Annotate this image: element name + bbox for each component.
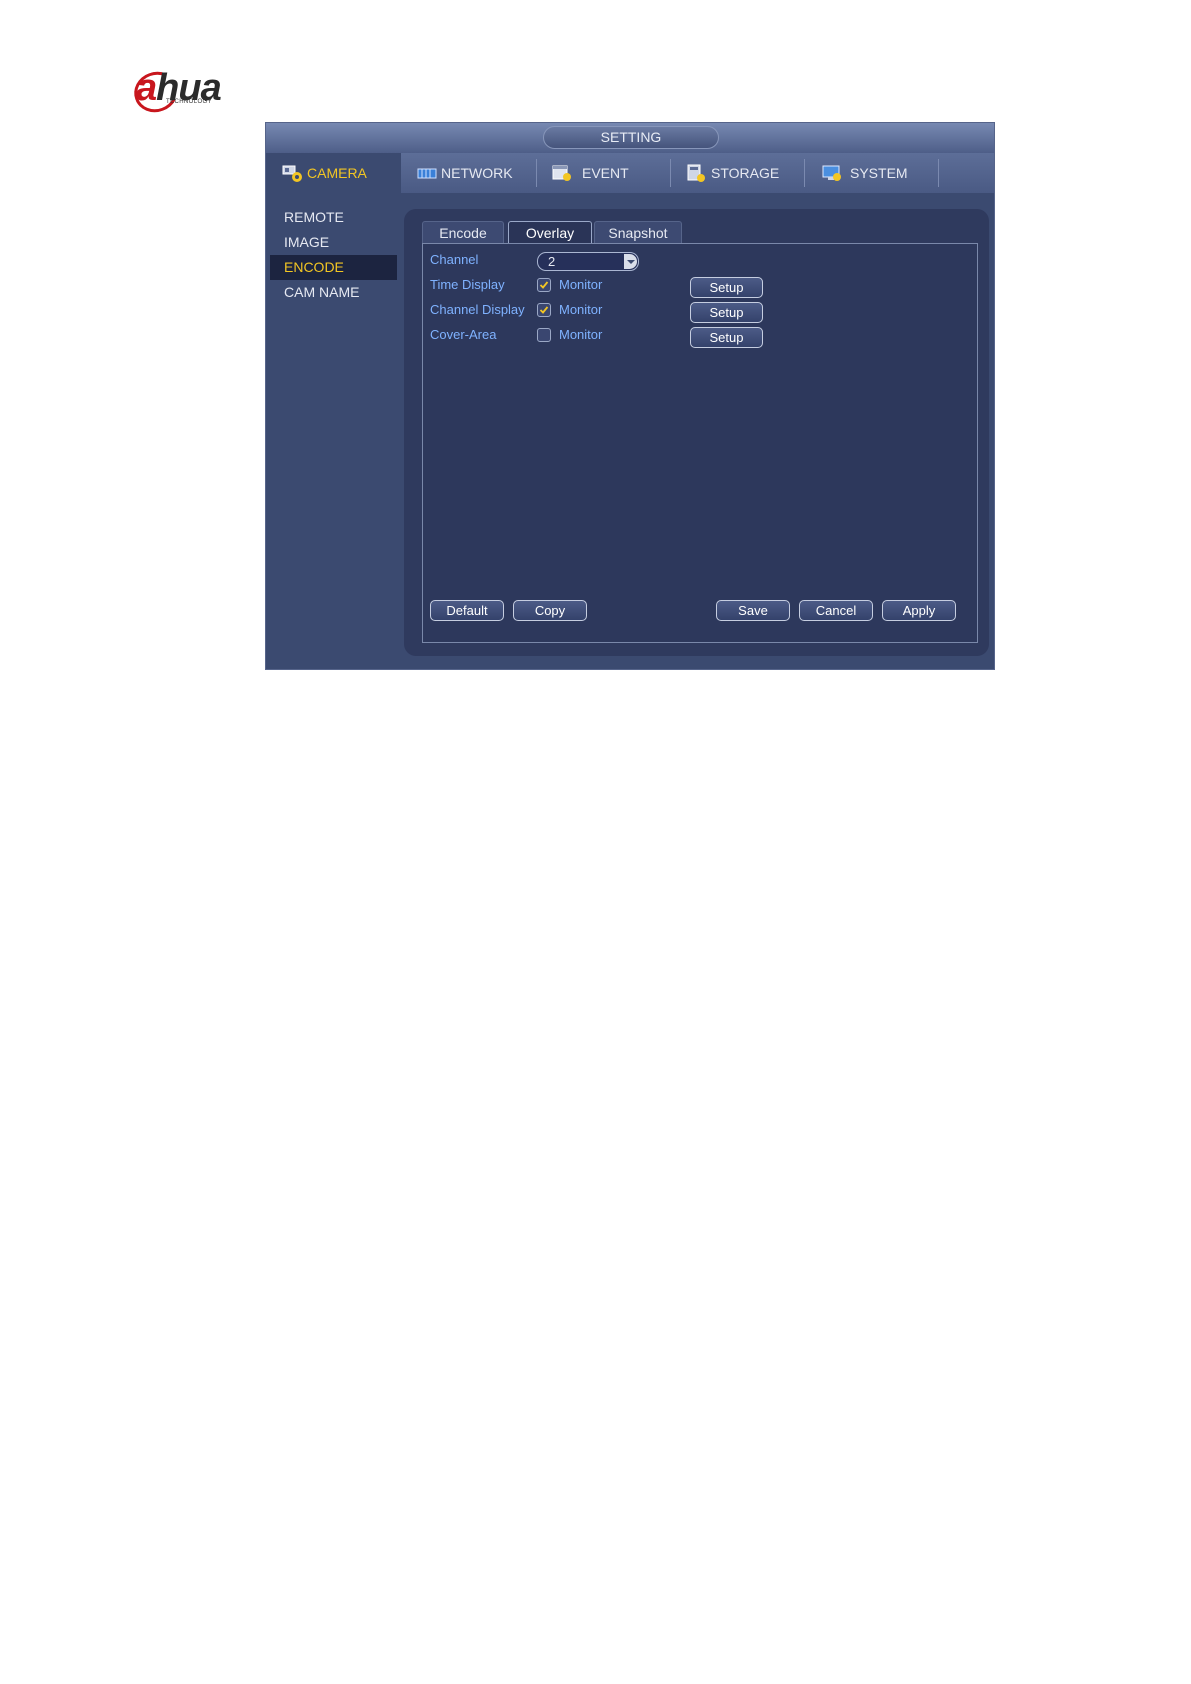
nav-storage-label: STORAGE — [711, 165, 780, 181]
checkmark-icon — [539, 306, 549, 314]
channel-display-label: Channel Display — [430, 302, 525, 317]
channel-display-checkbox[interactable] — [537, 303, 551, 317]
nav-camera[interactable]: CAMERA — [266, 153, 401, 193]
channel-display-setup-button[interactable]: Setup — [690, 302, 763, 323]
nav-system[interactable]: SYSTEM — [821, 153, 941, 193]
chevron-down-icon — [624, 254, 637, 269]
channel-label: Channel — [430, 252, 479, 267]
nav-event-label: EVENT — [582, 165, 629, 181]
logo-subtitle: TECHNOLOGY — [166, 99, 213, 105]
channel-display-monitor-label: Monitor — [559, 302, 603, 317]
channel-select[interactable]: 2 — [537, 252, 639, 271]
overlay-form: Channel 2 Time Display Monitor Setup Cha… — [422, 243, 978, 643]
cover-area-label: Cover-Area — [430, 327, 497, 342]
cancel-button[interactable]: Cancel — [799, 600, 873, 621]
channel-value: 2 — [548, 254, 556, 269]
time-display-setup-button[interactable]: Setup — [690, 277, 763, 298]
event-icon — [551, 163, 573, 183]
tab-overlay[interactable]: Overlay — [508, 221, 592, 244]
default-button[interactable]: Default — [430, 600, 504, 621]
storage-icon — [686, 163, 708, 183]
top-navigation: CAMERA NETWORK EVENT STORAGE SYSTEM — [266, 153, 994, 193]
nav-network-label: NETWORK — [441, 165, 513, 181]
window-title: SETTING — [543, 126, 719, 149]
nav-system-label: SYSTEM — [850, 165, 908, 181]
sidebar-item-encode[interactable]: ENCODE — [270, 255, 397, 280]
nav-network[interactable]: NETWORK — [416, 153, 536, 193]
checkmark-icon — [539, 281, 549, 289]
nav-event[interactable]: EVENT — [551, 153, 671, 193]
sidebar-item-cam-name[interactable]: CAM NAME — [270, 280, 397, 305]
tab-snapshot[interactable]: Snapshot — [594, 221, 682, 243]
sidebar-item-remote[interactable]: REMOTE — [270, 205, 397, 230]
setting-window: SETTING CAMERA NETWORK EVENT STORAGE SYS… — [265, 122, 995, 670]
nav-storage[interactable]: STORAGE — [686, 153, 806, 193]
apply-button[interactable]: Apply — [882, 600, 956, 621]
time-display-label: Time Display — [430, 277, 505, 292]
sidebar-item-image[interactable]: IMAGE — [270, 230, 397, 255]
save-button[interactable]: Save — [716, 600, 790, 621]
title-bar: SETTING — [266, 123, 994, 153]
sidebar: REMOTE IMAGE ENCODE CAM NAME — [266, 193, 401, 669]
cover-area-checkbox[interactable] — [537, 328, 551, 342]
cover-area-monitor-label: Monitor — [559, 327, 603, 342]
system-icon — [821, 163, 843, 183]
time-display-checkbox[interactable] — [537, 278, 551, 292]
dahua-logo: ahua TECHNOLOGY — [128, 65, 256, 119]
nav-divider — [536, 159, 537, 187]
network-icon — [416, 163, 438, 183]
tab-encode[interactable]: Encode — [422, 221, 504, 243]
time-display-monitor-label: Monitor — [559, 277, 603, 292]
copy-button[interactable]: Copy — [513, 600, 587, 621]
cover-area-setup-button[interactable]: Setup — [690, 327, 763, 348]
logo-letter-a: a — [136, 67, 157, 109]
nav-camera-label: CAMERA — [307, 165, 367, 181]
content-panel: Encode Overlay Snapshot Channel 2 Time D… — [404, 209, 989, 656]
camera-settings-icon — [282, 163, 304, 183]
